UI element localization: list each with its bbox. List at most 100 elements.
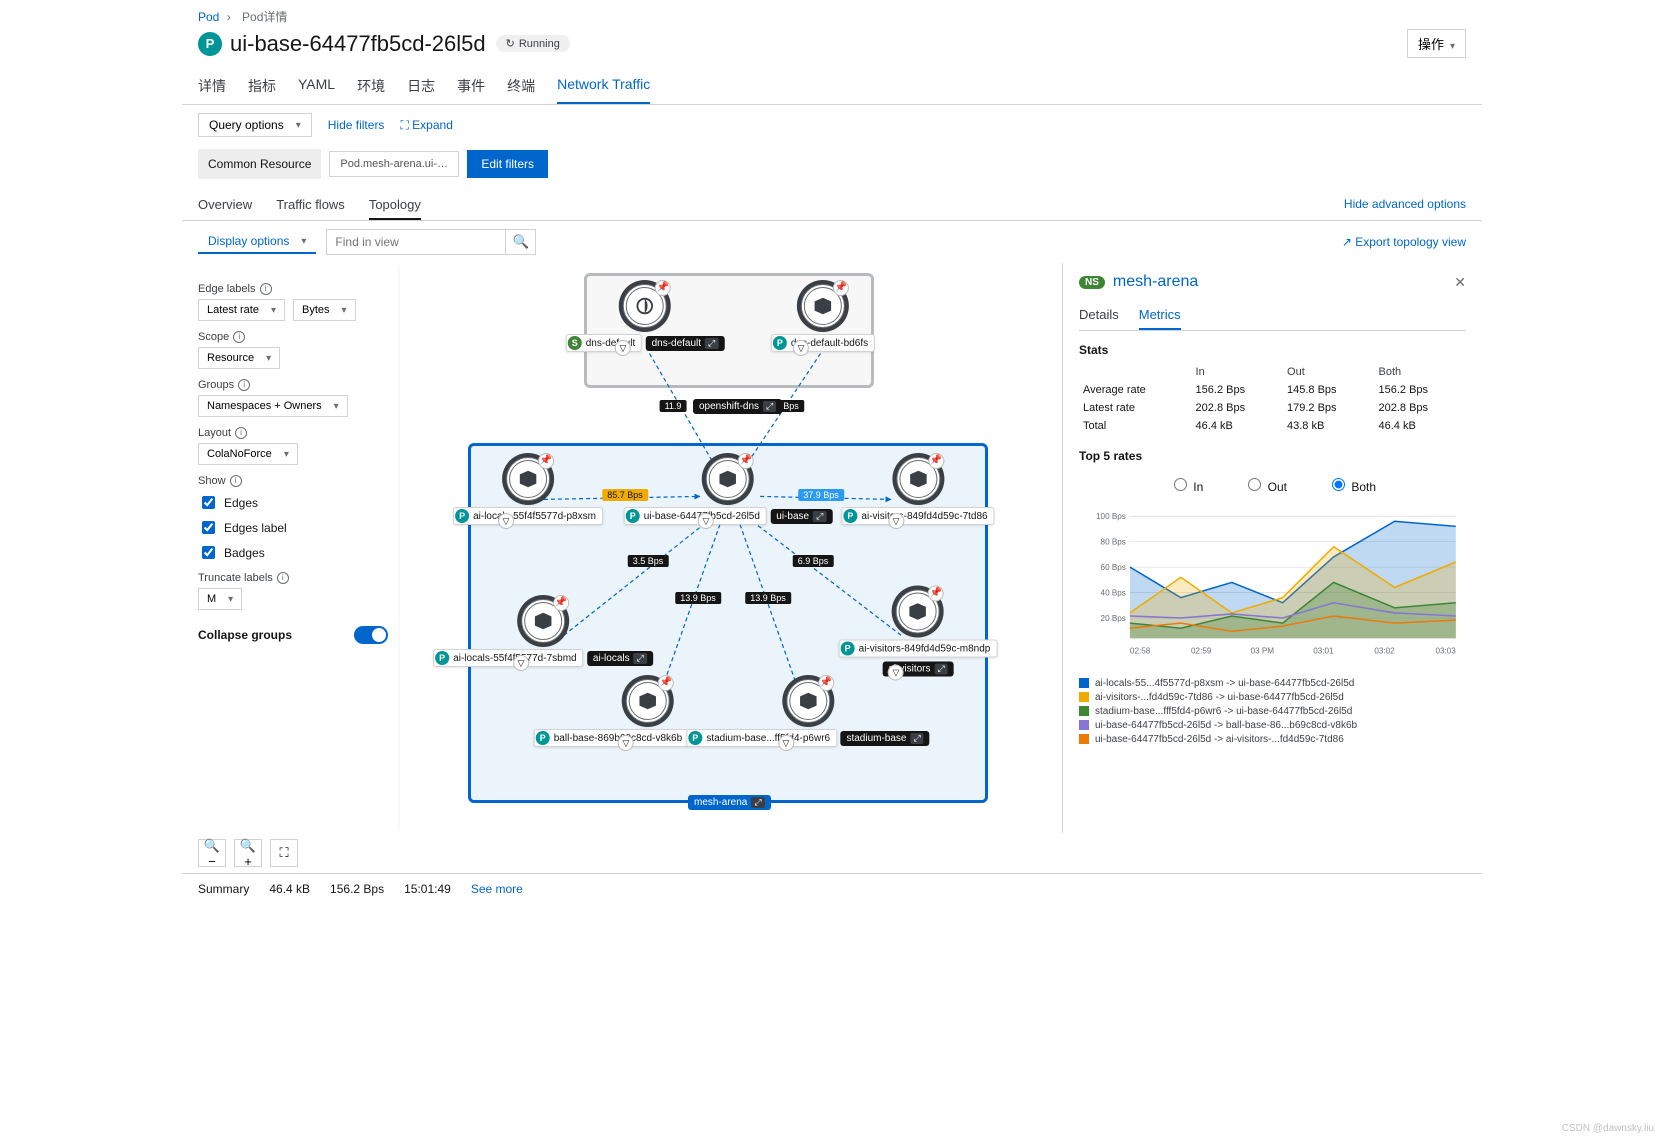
main-tabs: 详情 指标 YAML 环境 日志 事件 终端 Network Traffic bbox=[182, 68, 1482, 105]
node-stadium-base[interactable]: 📌▽ Pstadium-base...ff5fd4-p6wr6 stadium-… bbox=[686, 679, 929, 747]
layout-select[interactable]: ColaNoForce bbox=[198, 443, 298, 465]
panel-title[interactable]: mesh-arena bbox=[1113, 273, 1198, 291]
expand-icon[interactable]: ⤢ bbox=[935, 664, 948, 675]
chart-legend: ai-locals-55...4f5577d-p8xsm -> ui-base-… bbox=[1079, 678, 1466, 745]
group-label-mesh-arena[interactable]: mesh-arena⤢ bbox=[688, 795, 771, 810]
tab-metrics[interactable]: 指标 bbox=[248, 68, 276, 104]
hide-advanced-options-link[interactable]: Hide advanced options bbox=[1344, 191, 1466, 220]
radio-both[interactable] bbox=[1332, 478, 1345, 491]
svg-text:02:59: 02:59 bbox=[1191, 647, 1212, 656]
common-resource-value[interactable]: Pod.mesh-arena.ui-base... bbox=[329, 151, 459, 177]
subtab-topology[interactable]: Topology bbox=[369, 191, 421, 220]
panel-tab-metrics[interactable]: Metrics bbox=[1139, 301, 1181, 330]
expand-icon[interactable]: ⤢ bbox=[705, 338, 718, 349]
svg-text:03:02: 03:02 bbox=[1374, 647, 1395, 656]
tab-terminal[interactable]: 终端 bbox=[507, 68, 535, 104]
watermark: CSDN @dawnsky.liu bbox=[1562, 1123, 1654, 1134]
node-ai-visitors-a[interactable]: 📌▽ Pai-visitors-849fd4d59c-7td86 bbox=[841, 457, 994, 525]
expand-icon[interactable]: ⤢ bbox=[751, 797, 764, 808]
filter-icon[interactable]: ▽ bbox=[698, 513, 714, 529]
fit-screen-button[interactable]: ⛶ bbox=[270, 839, 298, 867]
top5-heading: Top 5 rates bbox=[1079, 449, 1142, 463]
edge-label: 3.5 Bps bbox=[628, 555, 669, 567]
info-icon[interactable] bbox=[260, 283, 272, 295]
info-icon[interactable] bbox=[235, 427, 247, 439]
info-icon[interactable] bbox=[230, 475, 242, 487]
node-ai-visitors-b[interactable]: 📌▽ Pai-visitors-849fd4d59c-m8ndp ai-visi… bbox=[839, 590, 998, 677]
subtab-overview[interactable]: Overview bbox=[198, 191, 252, 220]
subtab-traffic-flows[interactable]: Traffic flows bbox=[276, 191, 345, 220]
export-topology-link[interactable]: ↗ Export topology view bbox=[1342, 229, 1466, 255]
filter-icon[interactable]: ▽ bbox=[793, 340, 809, 356]
filter-icon[interactable]: ▽ bbox=[513, 655, 529, 671]
radio-in[interactable] bbox=[1174, 478, 1187, 491]
info-icon[interactable] bbox=[233, 331, 245, 343]
filter-icon[interactable]: ▽ bbox=[618, 735, 634, 751]
expand-link[interactable]: ⛶ Expand bbox=[400, 118, 452, 133]
group-label-openshift-dns[interactable]: openshift-dns⤢ bbox=[693, 399, 782, 414]
pin-icon[interactable]: 📌 bbox=[658, 675, 674, 691]
tab-network-traffic[interactable]: Network Traffic bbox=[557, 68, 650, 104]
filter-icon[interactable]: ▽ bbox=[888, 513, 904, 529]
collapse-groups-label: Collapse groups bbox=[198, 628, 292, 642]
resource-select[interactable]: Resource bbox=[198, 347, 280, 369]
scope-label: Scope bbox=[198, 331, 388, 343]
tab-logs[interactable]: 日志 bbox=[407, 68, 435, 104]
edge-label: 13.9 Bps bbox=[675, 592, 721, 604]
node-ai-locals-a[interactable]: 📌▽ Pai-locals-55f4f5577d-p8xsm bbox=[453, 457, 603, 525]
tab-events[interactable]: 事件 bbox=[457, 68, 485, 104]
zoom-in-button[interactable]: 🔍+ bbox=[234, 839, 262, 867]
edges-label-checkbox[interactable] bbox=[202, 521, 215, 534]
topology-canvas[interactable]: 11.9 Bps 85.7 Bps 37.9 Bps 3.5 Bps 6.9 B… bbox=[398, 263, 1062, 833]
collapse-groups-toggle[interactable] bbox=[354, 626, 388, 644]
zoom-out-button[interactable]: 🔍− bbox=[198, 839, 226, 867]
panel-tab-details[interactable]: Details bbox=[1079, 301, 1119, 330]
edge-labels-label: Edge labels bbox=[198, 283, 388, 295]
node-dns-default-pod[interactable]: 📌▽ Pdns-default-bd6fs bbox=[771, 284, 875, 352]
bytes-select[interactable]: Bytes bbox=[293, 299, 356, 321]
tab-env[interactable]: 环境 bbox=[357, 68, 385, 104]
node-ui-base[interactable]: 📌▽ Pui-base-64477fb5cd-26l5d ui-base⤢ bbox=[624, 457, 833, 525]
actions-dropdown[interactable]: 操作 bbox=[1407, 29, 1466, 58]
truncate-select[interactable]: M bbox=[198, 588, 242, 610]
pin-icon[interactable]: 📌 bbox=[833, 280, 849, 296]
metrics-chart: 100 Bps80 Bps 60 Bps40 Bps 20 Bps 02:580… bbox=[1079, 506, 1466, 669]
filter-icon[interactable]: ▽ bbox=[498, 513, 514, 529]
latest-rate-select[interactable]: Latest rate bbox=[198, 299, 285, 321]
expand-icon[interactable]: ⤢ bbox=[763, 401, 776, 412]
pin-icon[interactable]: 📌 bbox=[928, 453, 944, 469]
see-more-link[interactable]: See more bbox=[471, 882, 523, 896]
node-ai-locals-b[interactable]: 📌▽ Pai-locals-55f4f5577d-7sbmd ai-locals… bbox=[433, 599, 653, 667]
pin-icon[interactable]: 📌 bbox=[655, 280, 671, 296]
pin-icon[interactable]: 📌 bbox=[553, 595, 569, 611]
pin-icon[interactable]: 📌 bbox=[738, 453, 754, 469]
find-in-view-input[interactable] bbox=[326, 229, 506, 255]
hide-filters-link[interactable]: Hide filters bbox=[328, 118, 385, 132]
badges-checkbox[interactable] bbox=[202, 546, 215, 559]
info-icon[interactable] bbox=[238, 379, 250, 391]
query-options-dropdown[interactable]: Query options bbox=[198, 113, 312, 137]
pin-icon[interactable]: 📌 bbox=[538, 453, 554, 469]
filter-icon[interactable]: ▽ bbox=[778, 735, 794, 751]
pin-icon[interactable]: 📌 bbox=[818, 675, 834, 691]
search-button[interactable]: 🔍 bbox=[506, 229, 536, 255]
expand-icon[interactable]: ⤢ bbox=[910, 733, 923, 744]
expand-icon[interactable]: ⤢ bbox=[634, 653, 647, 664]
breadcrumb-root[interactable]: Pod bbox=[198, 10, 219, 24]
edit-filters-button[interactable]: Edit filters bbox=[467, 150, 548, 178]
tab-details[interactable]: 详情 bbox=[198, 68, 226, 104]
node-dns-default-svc[interactable]: 📌▽ Sdns-default dns-default⤢ bbox=[566, 284, 725, 352]
radio-out[interactable] bbox=[1248, 478, 1261, 491]
layout-label: Layout bbox=[198, 427, 388, 439]
topology-edges bbox=[398, 263, 1062, 847]
edges-checkbox[interactable] bbox=[202, 496, 215, 509]
close-icon[interactable]: ✕ bbox=[1454, 274, 1466, 291]
pin-icon[interactable]: 📌 bbox=[928, 586, 944, 602]
info-icon[interactable] bbox=[277, 572, 289, 584]
svg-text:40 Bps: 40 Bps bbox=[1101, 589, 1126, 598]
groups-select[interactable]: Namespaces + Owners bbox=[198, 395, 348, 417]
expand-icon[interactable]: ⤢ bbox=[813, 511, 826, 522]
display-options-dropdown[interactable]: Display options bbox=[198, 230, 316, 254]
filter-icon[interactable]: ▽ bbox=[615, 340, 631, 356]
tab-yaml[interactable]: YAML bbox=[298, 68, 335, 104]
